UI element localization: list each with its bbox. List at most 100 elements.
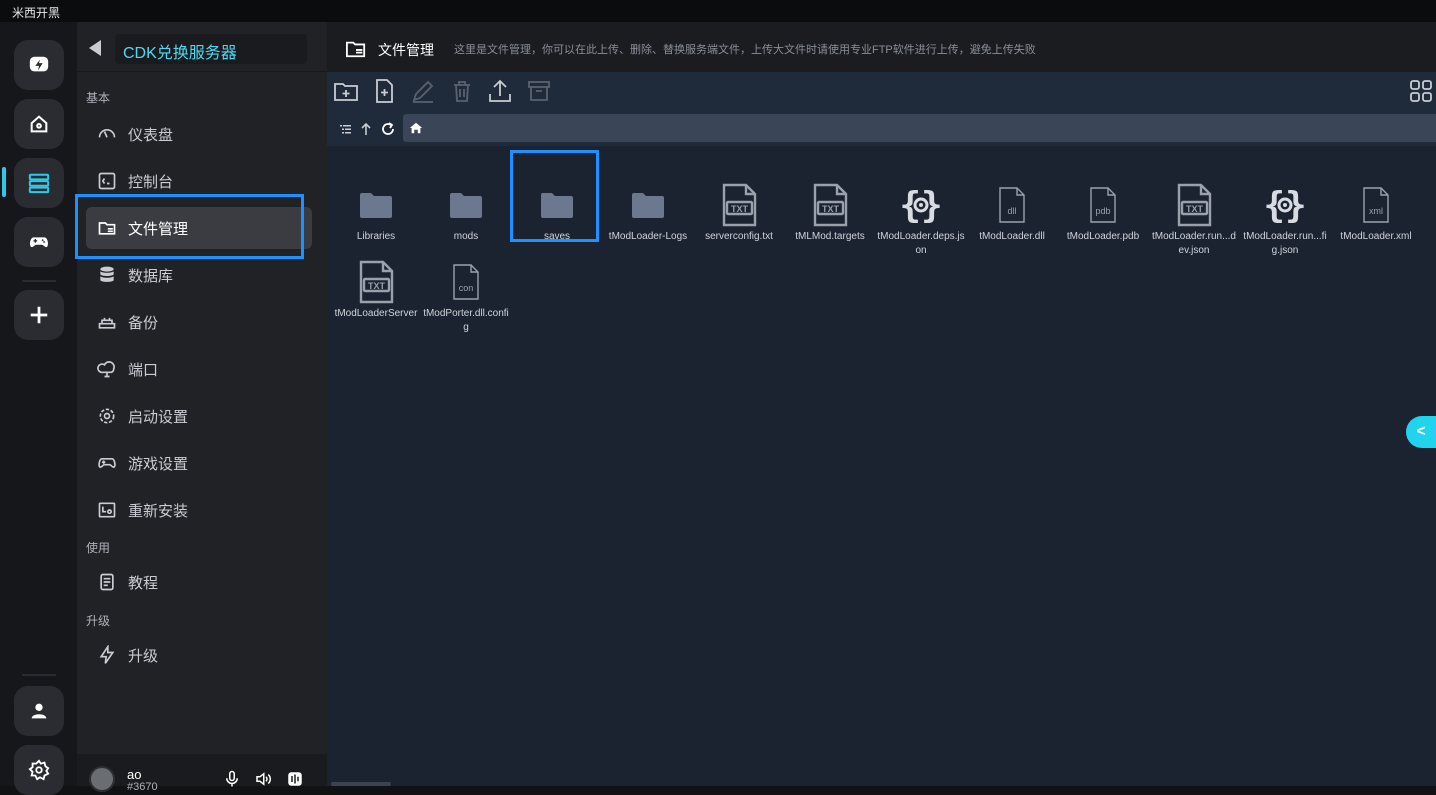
lightning-icon [96, 644, 118, 666]
file-item[interactable]: {} tModLoader.run...fig.json [1241, 182, 1329, 258]
back-arrow-icon[interactable] [89, 40, 101, 56]
page-description: 这里是文件管理，你可以在此上传、删除、替换服务端文件，上传大文件时请使用专业FT… [454, 44, 1036, 56]
settings-icon[interactable] [14, 745, 64, 795]
file-name: tModLoader.dll [979, 231, 1045, 242]
document-icon [96, 571, 118, 593]
speaker-icon[interactable] [254, 770, 272, 788]
horizontal-scrollbar[interactable] [331, 782, 391, 786]
folder-item[interactable]: Libraries [332, 182, 420, 244]
sidebar-item-reinstall[interactable]: 重新安装 [86, 489, 312, 531]
folder-icon [535, 182, 579, 228]
new-folder-icon[interactable] [333, 78, 359, 104]
dashboard-icon [96, 123, 118, 145]
edit-icon[interactable] [410, 78, 436, 104]
json-file-icon: {} [1263, 182, 1307, 228]
microphone-icon[interactable] [223, 770, 241, 788]
file-name: tModLoader.pdb [1066, 231, 1140, 242]
sidebar-item-label: 仪表盘 [128, 126, 174, 144]
sidebar-item-game-settings[interactable]: 游戏设置 [86, 442, 312, 484]
sidebar-item-label: 备份 [128, 314, 159, 332]
file-grid: Libraries mods saves tModLoader-Logs TXT serv… [327, 146, 1436, 786]
file-name: tModPorter.dll.config [423, 308, 509, 333]
active-indicator [2, 167, 6, 197]
server-name[interactable]: CDK兑换服务器 [115, 34, 307, 64]
server-sidebar: CDK兑换服务器 基本 仪表盘 控制台 文件管理 数据库 备份 端口 启动设置 … [77, 22, 327, 793]
text-file-icon: TXT [354, 259, 398, 305]
breadcrumb[interactable] [403, 114, 1436, 142]
file-item[interactable]: pdb tModLoader.pdb [1059, 182, 1147, 244]
app-rail [0, 22, 77, 795]
sidebar-item-database[interactable]: 数据库 [86, 254, 312, 296]
upload-icon[interactable] [487, 78, 513, 104]
cloud-port-icon [96, 358, 118, 380]
sidebar-item-files[interactable]: 文件管理 [86, 207, 312, 249]
add-icon[interactable] [14, 290, 64, 340]
sidebar-item-label: 文件管理 [128, 220, 189, 238]
folder-icon [354, 182, 398, 228]
file-name: tModLoader.run...fig.json [1243, 231, 1327, 256]
voice-settings-icon[interactable] [286, 770, 304, 788]
file-item[interactable]: TXT tMLMod.targets [786, 182, 874, 244]
file-name: tMLMod.targets [795, 231, 865, 242]
sidebar-item-dashboard[interactable]: 仪表盘 [86, 113, 312, 155]
sidebar-item-console[interactable]: 控制台 [86, 160, 312, 202]
text-file-icon: TXT [1172, 182, 1216, 228]
file-item[interactable]: xml tModLoader.xml [1332, 182, 1420, 244]
sidebar-item-label: 启动设置 [128, 408, 189, 426]
sidebar-item-upgrade[interactable]: 升级 [86, 634, 312, 676]
user-icon[interactable] [14, 686, 64, 736]
sidebar-item-startup[interactable]: 启动设置 [86, 395, 312, 437]
file-name: serverconfig.txt [705, 231, 773, 242]
refresh-icon[interactable] [380, 121, 396, 137]
file-name: tModLoader.run...dev.json [1152, 231, 1236, 256]
brand-logo-icon[interactable] [14, 40, 64, 90]
folder-item[interactable]: saves [513, 182, 601, 244]
grid-view-icon[interactable] [1408, 78, 1434, 104]
file-name: tModLoader.xml [1340, 231, 1412, 242]
up-arrow-icon[interactable] [358, 121, 374, 137]
file-item[interactable]: TXT serverconfig.txt [695, 182, 783, 244]
file-item[interactable]: TXT tModLoader.run...dev.json [1150, 182, 1238, 258]
generic-file-icon: dll [990, 182, 1034, 228]
server-header: CDK兑换服务器 [77, 22, 327, 72]
gamepad-icon [96, 452, 118, 474]
home-icon[interactable] [14, 99, 64, 149]
side-panel-toggle[interactable]: < [1406, 416, 1436, 448]
folder-item[interactable]: mods [422, 182, 510, 244]
page-title: 文件管理 [378, 42, 434, 58]
file-toolbar [327, 72, 1436, 112]
delete-icon[interactable] [449, 78, 475, 104]
file-item[interactable]: con tModPorter.dll.config [422, 259, 510, 335]
sidebar-item-ports[interactable]: 端口 [86, 348, 312, 390]
folder-icon [626, 182, 670, 228]
generic-file-icon: pdb [1081, 182, 1125, 228]
sidebar-item-tutorial[interactable]: 教程 [86, 561, 312, 603]
avatar[interactable] [89, 766, 115, 792]
svg-text:con: con [459, 283, 474, 293]
sidebar-item-label: 端口 [128, 361, 159, 379]
folder-item[interactable]: tModLoader-Logs [604, 182, 692, 244]
gamepad-icon[interactable] [14, 217, 64, 267]
rail-divider [22, 674, 56, 676]
sidebar-item-label: 升级 [128, 647, 159, 665]
tree-toggle-icon[interactable] [338, 121, 354, 137]
section-basic: 基本 [86, 91, 111, 105]
file-item[interactable]: dll tModLoader.dll [968, 182, 1056, 244]
sidebar-item-backup[interactable]: 备份 [86, 301, 312, 343]
user-bar: ao #3670 [77, 754, 327, 793]
gear-icon [96, 405, 118, 427]
reinstall-icon [96, 499, 118, 521]
new-file-icon[interactable] [371, 78, 397, 104]
servers-icon[interactable] [14, 158, 64, 208]
archive-icon[interactable] [526, 78, 552, 104]
database-icon [96, 264, 118, 286]
generic-file-icon: con [444, 259, 488, 305]
file-item[interactable]: TXT tModLoaderServer [332, 259, 420, 321]
home-icon[interactable] [409, 121, 423, 135]
file-name: tModLoader.deps.json [877, 231, 965, 256]
svg-text:xml: xml [1369, 206, 1383, 216]
file-name: tModLoader-Logs [608, 231, 688, 242]
text-file-icon: TXT [717, 182, 761, 228]
svg-text:TXT: TXT [368, 281, 386, 291]
file-item[interactable]: {} tModLoader.deps.json [877, 182, 965, 258]
